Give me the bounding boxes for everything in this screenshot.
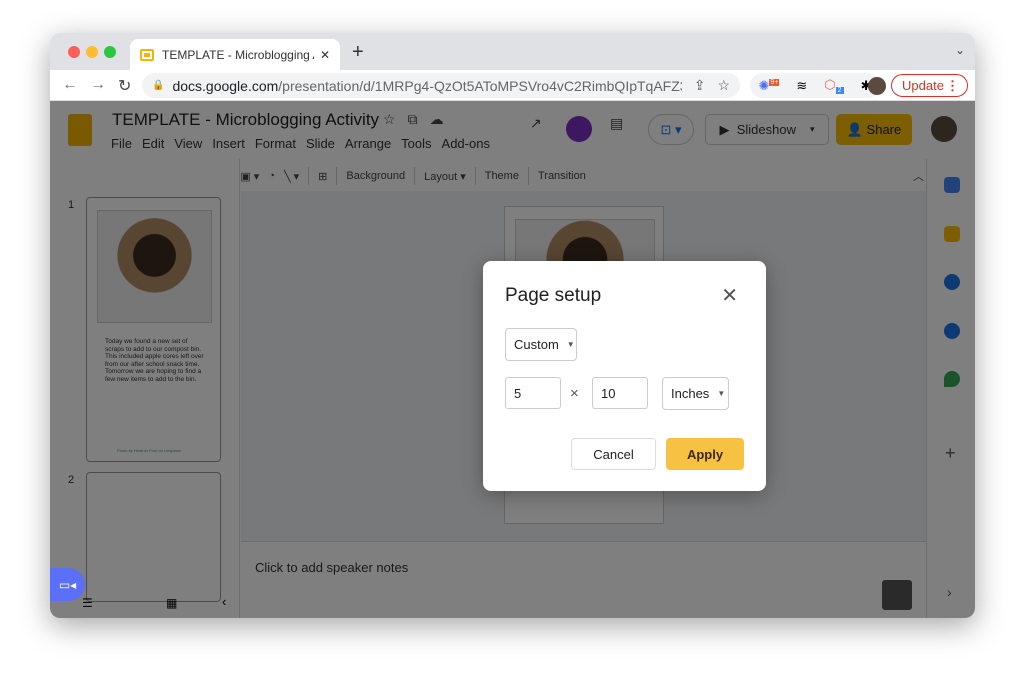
times-symbol: ×	[570, 385, 579, 402]
new-tab-button[interactable]: +	[352, 41, 364, 64]
layers-extension-icon[interactable]: ≋	[796, 78, 807, 94]
more-icon: ⋮	[946, 77, 959, 93]
back-icon[interactable]: ←	[62, 76, 78, 94]
update-button[interactable]: Update ⋮	[891, 74, 968, 97]
zoom-window-button[interactable]	[104, 46, 116, 58]
reload-icon[interactable]: ↻	[118, 76, 131, 96]
update-label: Update	[902, 78, 944, 93]
close-window-button[interactable]	[68, 46, 80, 58]
lock-icon: 🔒	[152, 80, 165, 91]
url-host: docs.google.com	[172, 77, 279, 94]
dialog-title: Page setup	[505, 285, 602, 306]
page-setup-dialog: Page setup ✕ Custom ▼ × Inches ▼ Cancel Ap…	[483, 261, 766, 491]
extensions-area: ✺9+ ≋ ⬡ 2 ✱	[750, 73, 880, 98]
preset-value: Custom	[514, 337, 559, 352]
bookmark-star-icon[interactable]: ☆	[717, 77, 730, 94]
extension-icon[interactable]: ✺9+	[759, 78, 780, 94]
url-input[interactable]: 🔒 docs.google.com /presentation/d/1MRPg4…	[142, 73, 740, 98]
browser-tab[interactable]: TEMPLATE - Microblogging Activity ✕	[130, 39, 340, 70]
unit-value: Inches	[671, 386, 710, 401]
cancel-button[interactable]: Cancel	[571, 438, 656, 470]
url-path: /presentation/d/1MRPg4-QzOt5AToMPSVro4vC…	[278, 77, 681, 94]
tab-list-chevron-icon[interactable]: ⌄	[955, 43, 965, 57]
tab-title: TEMPLATE - Microblogging Activity	[162, 47, 314, 62]
meet-call-button[interactable]: ▭◂	[50, 568, 85, 601]
share-page-icon[interactable]: ⇪	[694, 77, 706, 94]
apply-button[interactable]: Apply	[666, 438, 744, 470]
extension-icon[interactable]: ⬡ 2	[824, 77, 844, 95]
video-camera-icon: ▭◂	[58, 577, 77, 592]
width-input[interactable]	[505, 377, 561, 409]
height-input[interactable]	[592, 377, 648, 409]
close-icon[interactable]: ✕	[721, 283, 738, 308]
unit-select[interactable]: Inches ▼	[662, 377, 729, 410]
address-bar-row: ← → ↻ 🔒 docs.google.com /presentation/d/…	[50, 70, 975, 101]
tab-bar: TEMPLATE - Microblogging Activity ✕ + ⌄	[50, 33, 975, 70]
caret-down-icon: ▼	[717, 389, 726, 398]
forward-icon[interactable]: →	[90, 76, 106, 94]
preset-select[interactable]: Custom ▼	[505, 328, 577, 361]
close-tab-icon[interactable]: ✕	[320, 48, 330, 62]
profile-avatar[interactable]	[868, 77, 886, 95]
minimize-window-button[interactable]	[86, 46, 98, 58]
slides-favicon-icon	[140, 48, 154, 61]
caret-down-icon: ▼	[566, 340, 575, 349]
